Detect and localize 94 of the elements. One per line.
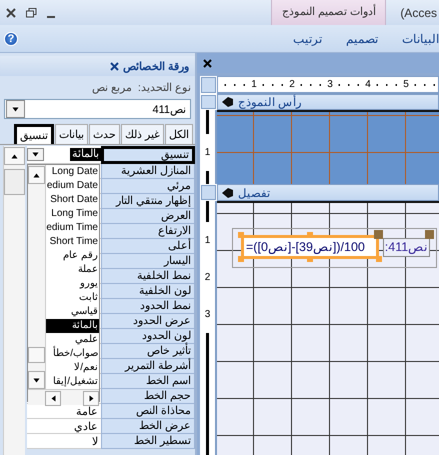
property-name[interactable]: إظهار منتقي التار bbox=[101, 194, 195, 209]
property-name[interactable]: لون الحدود bbox=[101, 329, 195, 344]
ruler-number: 1 bbox=[202, 134, 212, 171]
property-name[interactable]: أعلى bbox=[101, 239, 195, 254]
label-control[interactable]: نص411: bbox=[383, 238, 430, 257]
ruler-number: 1 bbox=[202, 222, 212, 259]
property-name[interactable]: الارتفاع bbox=[101, 224, 195, 239]
ribbon-tab[interactable]: البيانات bbox=[402, 32, 439, 46]
property-tab[interactable]: تنسيق bbox=[14, 124, 54, 144]
format-option[interactable]: عملة bbox=[46, 263, 99, 277]
resize-handle[interactable] bbox=[307, 256, 313, 262]
scrollbar[interactable] bbox=[28, 165, 46, 389]
format-option[interactable]: نعم/لا bbox=[46, 361, 99, 375]
property-name[interactable]: تسطير الخط bbox=[101, 434, 195, 449]
scroll-up-button[interactable] bbox=[4, 147, 25, 165]
section-selector[interactable] bbox=[201, 185, 216, 200]
object-combo-box[interactable]: نص411 bbox=[4, 99, 191, 119]
close-icon bbox=[203, 58, 212, 68]
property-name[interactable]: اليسار bbox=[101, 254, 195, 269]
panel-title: ورقة الخصائص bbox=[122, 60, 189, 72]
property-name[interactable]: تأثير خاص bbox=[101, 344, 195, 359]
resize-handle[interactable] bbox=[238, 256, 244, 262]
format-option[interactable]: قياسي bbox=[46, 305, 99, 319]
ruler-number: 3 bbox=[202, 296, 212, 333]
property-value-field[interactable]: بالمائة bbox=[27, 146, 101, 164]
property-name[interactable]: تنسيق bbox=[101, 146, 195, 164]
close-icon bbox=[6, 8, 16, 18]
resize-handle[interactable] bbox=[307, 232, 313, 238]
format-option[interactable]: صواب/خطأ bbox=[46, 347, 99, 361]
resize-handle[interactable] bbox=[238, 232, 244, 238]
property-name[interactable]: حجم الخط bbox=[101, 389, 195, 404]
scroll-right-arrow-icon bbox=[86, 394, 96, 403]
scrollbar[interactable] bbox=[3, 146, 25, 455]
minimize-icon bbox=[47, 16, 55, 18]
restore-icon bbox=[26, 8, 37, 18]
scroll-up-button[interactable] bbox=[28, 166, 45, 184]
ribbon-tab[interactable]: تصميم bbox=[346, 32, 378, 46]
property-tab[interactable]: غير ذلك bbox=[120, 124, 164, 144]
scrollbar-thumb[interactable] bbox=[28, 347, 45, 363]
property-tab[interactable]: حدث bbox=[88, 124, 120, 144]
scroll-left-button[interactable] bbox=[45, 391, 61, 406]
selection-type-value: مربع نص bbox=[92, 81, 132, 96]
format-option[interactable]: edium Time bbox=[46, 221, 99, 235]
property-name[interactable]: عرض الحدود bbox=[101, 314, 195, 329]
format-option[interactable]: علمي bbox=[46, 333, 99, 347]
ruler-number: 2 bbox=[202, 259, 212, 296]
section-selector[interactable] bbox=[201, 95, 216, 109]
help-button[interactable]: ? bbox=[4, 32, 18, 46]
property-tab[interactable]: الكل bbox=[165, 124, 193, 144]
format-option[interactable]: edium Date bbox=[46, 179, 99, 193]
property-name[interactable]: عرض الخط bbox=[101, 419, 195, 434]
format-option[interactable]: رقم عام bbox=[46, 249, 99, 263]
scroll-right-button[interactable] bbox=[83, 391, 99, 406]
close-icon bbox=[110, 62, 119, 70]
window-title: (Acces bbox=[399, 5, 438, 22]
scrollbar-thumb[interactable] bbox=[4, 169, 25, 195]
dropdown-button[interactable] bbox=[27, 148, 44, 161]
ribbon-tab[interactable]: ترتيب bbox=[293, 32, 322, 46]
property-name[interactable]: محاذاة النص bbox=[101, 404, 195, 419]
property-name[interactable]: نمط الخلفية bbox=[101, 269, 195, 284]
property-value-field[interactable]: عامة bbox=[27, 404, 101, 419]
move-handle[interactable] bbox=[374, 230, 383, 239]
property-name[interactable]: اسم الخط bbox=[101, 374, 195, 389]
resize-handle[interactable] bbox=[376, 256, 382, 262]
format-option[interactable]: Short Date bbox=[46, 193, 99, 207]
format-option[interactable]: Long Date bbox=[46, 165, 99, 179]
property-value-field[interactable]: عادي bbox=[27, 419, 101, 434]
dropdown-arrow-icon bbox=[31, 150, 40, 159]
property-name[interactable]: المنازل العشرية bbox=[101, 164, 195, 179]
ruler-number: 3 bbox=[325, 78, 335, 90]
scroll-down-button[interactable] bbox=[28, 371, 45, 389]
section-bar[interactable]: تفصيل bbox=[217, 184, 439, 201]
contextual-tab-label: أدوات تصميم النموذج bbox=[271, 0, 386, 25]
move-handle[interactable] bbox=[425, 230, 434, 239]
section-bar[interactable]: رأس النموذج bbox=[217, 94, 439, 110]
format-option[interactable]: بالمائة bbox=[46, 319, 99, 333]
format-option[interactable]: ثابت bbox=[46, 291, 99, 305]
ruler-number: 5 bbox=[401, 78, 411, 90]
format-option[interactable]: Short Time bbox=[46, 235, 99, 249]
property-name[interactable]: أشرطة التمرير bbox=[101, 359, 195, 374]
property-name[interactable]: مرئي bbox=[101, 179, 195, 194]
scrollbar[interactable] bbox=[28, 389, 99, 405]
format-option[interactable]: تشغيل/إيقا bbox=[46, 375, 99, 389]
property-name[interactable]: لون الخلفية bbox=[101, 284, 195, 299]
property-name[interactable]: العرض bbox=[101, 209, 195, 224]
format-option[interactable]: Long Time bbox=[46, 207, 99, 221]
selection-type-label: نوع التحديد: bbox=[138, 81, 191, 96]
dropdown-arrow-icon bbox=[11, 104, 20, 114]
property-tab[interactable]: بيانات bbox=[54, 124, 88, 144]
format-option[interactable]: يورو bbox=[46, 277, 99, 291]
scroll-down-arrow-icon bbox=[32, 376, 41, 384]
text-box-control[interactable]: =([نص0]-[نص39])/100 bbox=[241, 235, 379, 259]
property-name[interactable]: نمط الحدود bbox=[101, 299, 195, 314]
property-value-field[interactable]: لا bbox=[27, 434, 101, 449]
